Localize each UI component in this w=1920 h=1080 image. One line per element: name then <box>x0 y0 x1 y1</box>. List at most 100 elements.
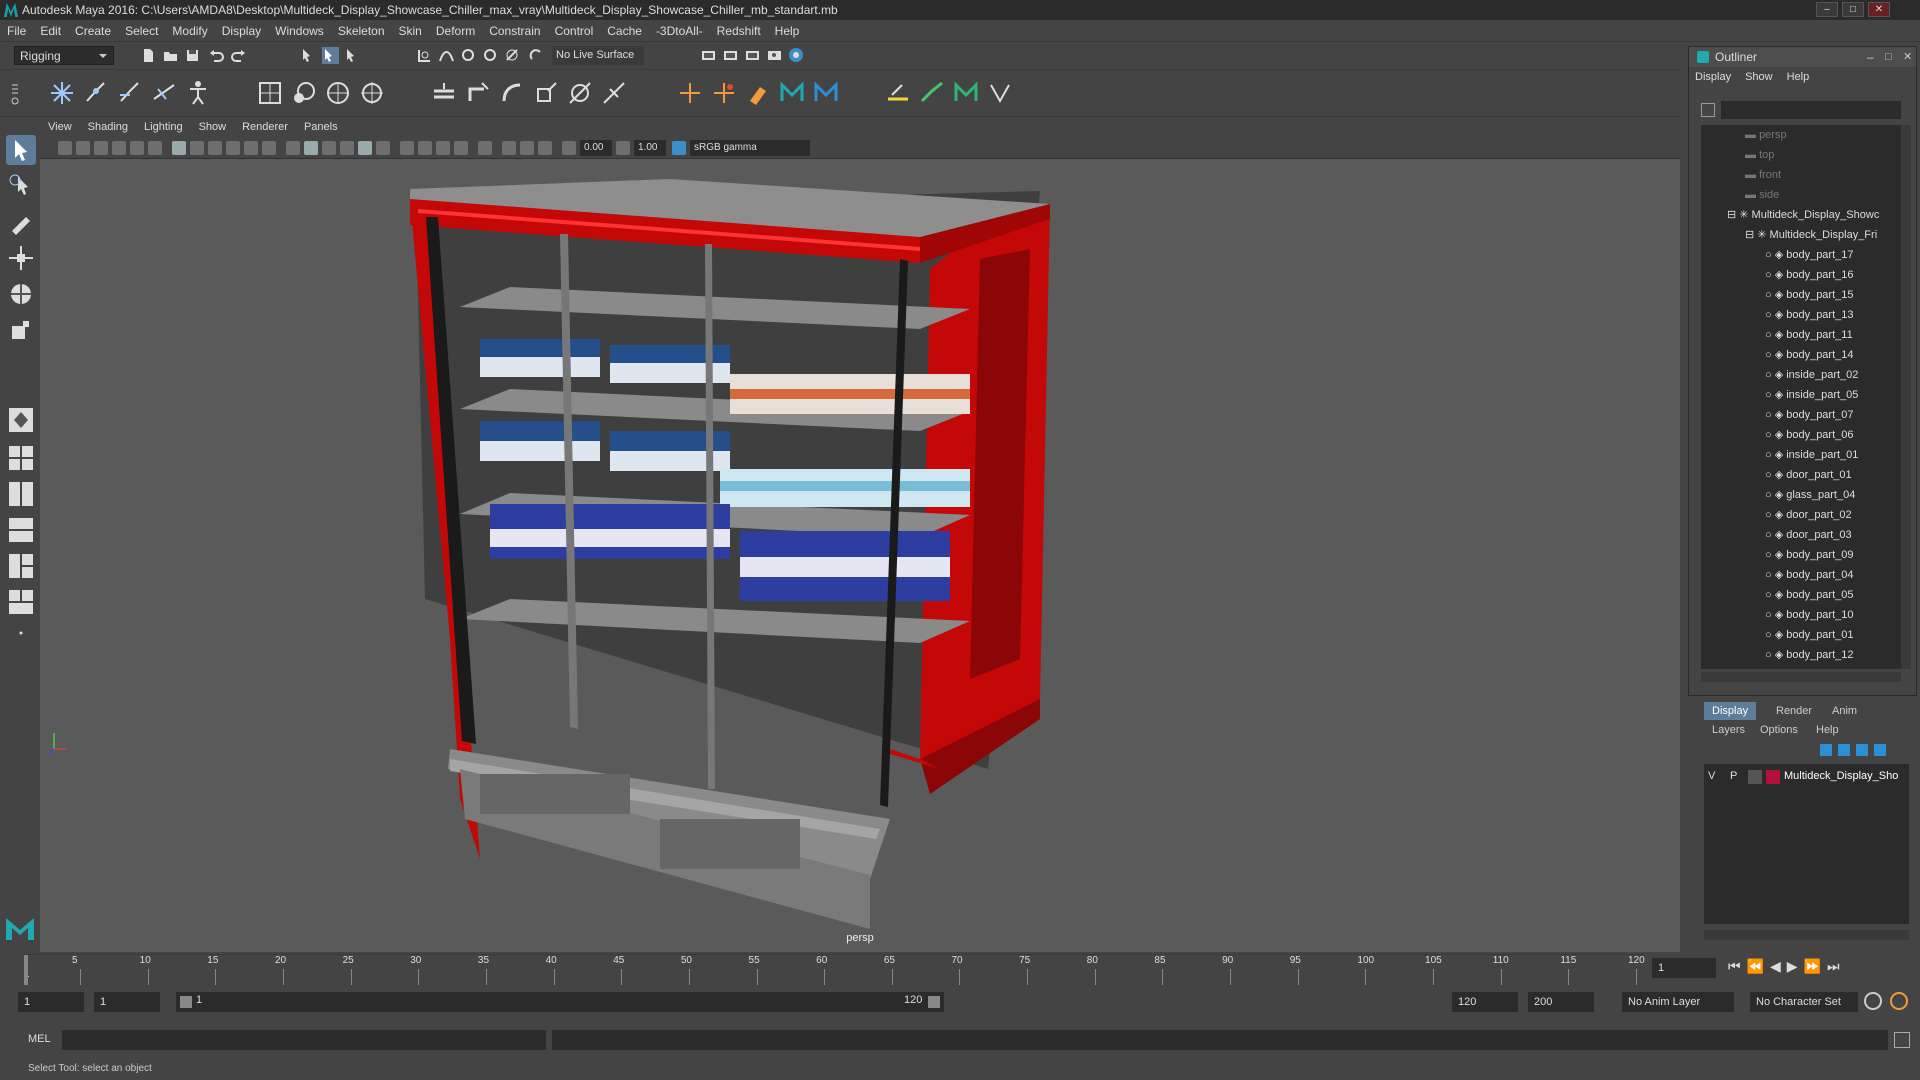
save-scene-icon[interactable] <box>184 47 201 64</box>
scale-tool-icon[interactable] <box>6 315 36 345</box>
shelf-options-icon[interactable] <box>8 79 22 107</box>
snap-curve-icon[interactable] <box>438 47 455 64</box>
color-management-icon[interactable] <box>672 141 686 155</box>
layer-tab-render[interactable]: Render <box>1768 702 1820 720</box>
cluster-handle-icon[interactable] <box>710 79 738 107</box>
image-plane-icon[interactable] <box>112 141 126 155</box>
end-time-field[interactable]: 200 <box>1528 992 1594 1012</box>
menu-constrain[interactable]: Constrain <box>482 20 547 42</box>
outliner-minimize-icon[interactable]: – <box>1867 47 1874 67</box>
vp-menu-shading[interactable]: Shading <box>80 117 136 137</box>
range-start-handle[interactable] <box>180 996 192 1008</box>
outliner-camera-persp[interactable]: ▬ persp <box>1745 125 1787 145</box>
redshift-render-icon[interactable] <box>788 47 805 64</box>
menu-windows[interactable]: Windows <box>268 20 331 42</box>
shadows-icon[interactable] <box>400 141 414 155</box>
outliner-maximize-icon[interactable]: □ <box>1885 47 1892 67</box>
perspective-viewport[interactable]: persp <box>40 159 1680 952</box>
outliner-vertical-scrollbar[interactable] <box>1901 125 1911 669</box>
lasso-tool-icon[interactable] <box>6 171 36 201</box>
check-v-icon[interactable] <box>986 79 1014 107</box>
snap-view-plane-icon[interactable] <box>482 47 499 64</box>
anim-layer-dropdown[interactable]: No Anim Layer <box>1622 992 1734 1012</box>
outliner-item[interactable]: ○ ◈ body_part_12 <box>1765 645 1854 665</box>
wireframe-icon[interactable] <box>286 141 300 155</box>
side-by-side-view-icon[interactable] <box>6 479 36 509</box>
outliner-item[interactable]: ○ ◈ body_part_09 <box>1765 545 1854 565</box>
vp-menu-panels[interactable]: Panels <box>296 117 346 137</box>
playback-start-field[interactable]: 1 <box>94 992 160 1012</box>
vp-menu-renderer[interactable]: Renderer <box>234 117 296 137</box>
maya-m-teal-icon[interactable] <box>778 79 806 107</box>
point-constraint-icon[interactable] <box>464 79 492 107</box>
humanik-icon[interactable] <box>184 79 212 107</box>
outliner-filter-icon[interactable] <box>1701 103 1715 117</box>
two-d-pan-icon[interactable] <box>130 141 144 155</box>
layer-name[interactable]: Multideck_Display_Sho <box>1784 770 1898 782</box>
menu-skeleton[interactable]: Skeleton <box>331 20 392 42</box>
menu-display[interactable]: Display <box>215 20 268 42</box>
gamma-field[interactable]: 1.00 <box>634 140 666 156</box>
character-set-dropdown[interactable]: No Character Set <box>1750 992 1858 1012</box>
sculpt-deformer-icon[interactable] <box>358 79 386 107</box>
layer-visibility-toggle[interactable]: V <box>1708 770 1715 782</box>
menu-help[interactable]: Help <box>768 20 807 42</box>
xray-icon[interactable] <box>502 141 516 155</box>
orient-constraint-icon[interactable] <box>498 79 526 107</box>
resolution-gate-icon[interactable] <box>208 141 222 155</box>
pole-vector-icon[interactable] <box>600 79 628 107</box>
film-gate-icon[interactable] <box>190 141 204 155</box>
snap-point-icon[interactable] <box>460 47 477 64</box>
graph-persp-view-icon[interactable] <box>6 551 36 581</box>
safe-action-icon[interactable] <box>262 141 276 155</box>
xray-joints-icon[interactable] <box>520 141 534 155</box>
rotate-tool-icon[interactable] <box>6 279 36 309</box>
animation-preferences-icon[interactable] <box>1890 992 1908 1010</box>
lattice-icon[interactable] <box>256 79 284 107</box>
render-settings-icon[interactable] <box>744 47 761 64</box>
layer-playback-toggle[interactable]: P <box>1730 770 1737 782</box>
menu-redshift[interactable]: Redshift <box>710 20 768 42</box>
outliner-item[interactable]: ○ ◈ body_part_04 <box>1765 565 1854 585</box>
detach-skin-icon[interactable] <box>918 79 946 107</box>
outliner-item[interactable]: ○ ◈ door_part_02 <box>1765 505 1852 525</box>
new-layer-icon[interactable] <box>1856 744 1868 756</box>
bookmark-icon[interactable] <box>94 141 108 155</box>
cluster-icon[interactable] <box>290 79 318 107</box>
outliner-item[interactable]: ○ ◈ door_part_03 <box>1765 525 1852 545</box>
layer-row[interactable]: V P Multideck_Display_Sho <box>1704 768 1909 788</box>
magnet-icon[interactable] <box>528 47 545 64</box>
aim-constraint-icon[interactable] <box>566 79 594 107</box>
create-joints-icon[interactable] <box>48 79 76 107</box>
playback-end-field[interactable]: 120 <box>1452 992 1518 1012</box>
field-chart-icon[interactable] <box>244 141 258 155</box>
outliner-persp-view-icon[interactable] <box>6 515 36 545</box>
exposure-field[interactable]: 0.00 <box>580 140 612 156</box>
hypershade-icon[interactable] <box>766 47 783 64</box>
live-surface-label[interactable]: No Live Surface <box>552 46 644 65</box>
outliner-menu-help[interactable]: Help <box>1787 71 1810 83</box>
outliner-item[interactable]: ○ ◈ door_part_01 <box>1765 465 1852 485</box>
outliner-search-input[interactable] <box>1721 101 1901 119</box>
minimize-icon[interactable]: – <box>1816 2 1838 17</box>
outliner-item[interactable]: ○ ◈ body_part_14 <box>1765 345 1854 365</box>
smooth-shade-icon[interactable] <box>304 141 318 155</box>
use-all-lights-icon[interactable] <box>376 141 390 155</box>
outliner-menu-display[interactable]: Display <box>1695 71 1731 83</box>
menu-create[interactable]: Create <box>68 20 118 42</box>
paint-select-icon[interactable] <box>6 207 36 237</box>
maya-m-blue-icon[interactable] <box>812 79 840 107</box>
outliner-item[interactable]: ○ ◈ body_part_07 <box>1765 405 1854 425</box>
layer-tab-display[interactable]: Display <box>1704 702 1757 720</box>
four-view-icon[interactable] <box>6 443 36 473</box>
auto-key-icon[interactable] <box>1864 992 1882 1010</box>
open-scene-icon[interactable] <box>162 47 179 64</box>
isolate-select-icon[interactable] <box>478 141 492 155</box>
range-end-handle[interactable] <box>928 996 940 1008</box>
textured-icon[interactable] <box>358 141 372 155</box>
outliner-group-root[interactable]: ⊟ ✳ Multideck_Display_Showc <box>1727 205 1879 225</box>
outliner-item[interactable]: ○ ◈ body_part_05 <box>1765 585 1854 605</box>
outliner-item[interactable]: ○ ◈ inside_part_02 <box>1765 365 1858 385</box>
outliner-camera-side[interactable]: ▬ side <box>1745 185 1779 205</box>
current-frame-field[interactable]: 1 <box>1652 958 1716 978</box>
